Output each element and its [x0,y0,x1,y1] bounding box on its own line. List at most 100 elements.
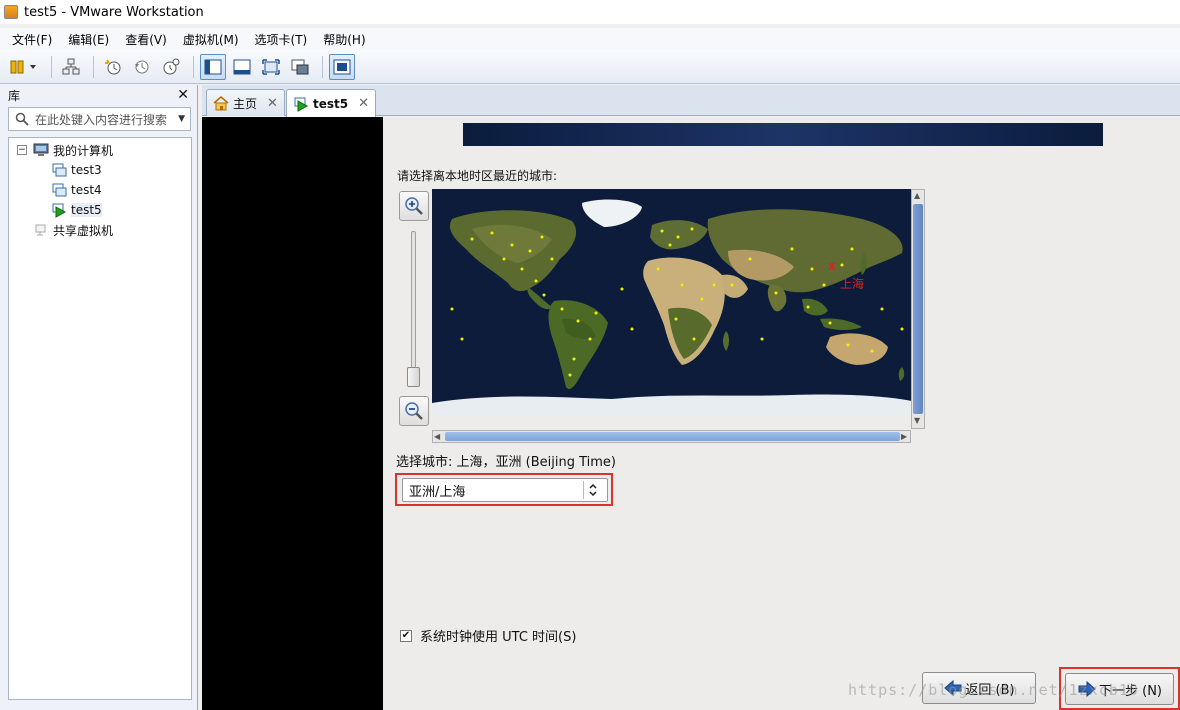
utc-checkbox-label: 系统时钟使用 UTC 时间(S) [420,630,577,645]
vertical-scroll-thumb[interactable] [913,204,923,414]
city-dropdown[interactable]: 亚洲/上海 [402,478,608,502]
menu-view[interactable]: 查看(V) [119,31,173,48]
tree-item-test5[interactable]: test5 [9,200,191,220]
computer-icon [33,143,49,156]
world-map-image [432,189,912,415]
vm-running-icon [52,203,67,218]
revert-snapshot-button[interactable] [129,54,155,80]
zoom-slider-handle[interactable] [407,367,420,387]
scroll-right-icon[interactable]: ▶ [901,432,907,441]
installer-banner [463,123,1103,146]
toolbar-separator [93,55,94,78]
toolbar-separator [51,55,52,78]
map-vertical-scrollbar[interactable]: ▲ ▼ [911,189,925,429]
watermark: https://blog.csdn.net/1zxcb10 [848,681,1139,699]
thumbnail-bar-button[interactable] [329,53,355,80]
snapshot-button[interactable] [100,54,126,80]
timezone-prompt: 请选择离本地时区最近的城市: [397,169,558,183]
library-title: 库 [8,88,21,103]
home-icon [213,96,229,111]
zoom-in-button[interactable] [399,191,429,221]
tab-close-icon[interactable]: ✕ [358,96,369,111]
library-tree: − 我的计算机 test3 test4 test5 共享虚拟机 [8,137,192,700]
tree-item-test3[interactable]: test3 [9,160,191,180]
toolbar-separator [193,55,194,78]
toolbar [0,50,1180,84]
shared-vm-icon [35,224,46,236]
search-dropdown-icon[interactable]: ▼ [178,114,185,124]
fullscreen-icon [262,58,280,75]
utc-checkbox-row[interactable]: ✔ 系统时钟使用 UTC 时间(S) [400,626,576,645]
city-dropdown-value: 亚洲/上海 [409,484,466,500]
console-view-icon [233,59,251,74]
menu-file[interactable]: 文件(F) [6,31,58,48]
tab-close-icon[interactable]: ✕ [267,96,278,111]
tab-home[interactable]: 主页 ✕ [206,89,285,116]
vm-icon [52,163,67,177]
tree-item-test4[interactable]: test4 [9,180,191,200]
snapshot-manager-button[interactable] [158,54,184,80]
map-zoom-controls [397,189,431,429]
send-ctrl-alt-del-button[interactable] [58,54,84,80]
timezone-map-widget: x 上海 ▲ ▼ ◀ ▶ [397,189,927,444]
tree-item-shared-vms[interactable]: 共享虚拟机 [9,220,191,240]
vm-guest-screen[interactable]: 请选择离本地时区最近的城市: x 上海 ▲ ▼ ◀ ▶ 选择城市: 上海，亚洲 … [383,117,1180,710]
console-view-button[interactable] [229,54,255,80]
pause-icon [10,60,36,73]
utc-checkbox[interactable]: ✔ [400,629,412,642]
scroll-left-icon[interactable]: ◀ [434,432,440,441]
show-library-button[interactable] [200,53,226,80]
tab-label: 主页 [233,96,258,111]
tab-test5[interactable]: test5 ✕ [286,89,377,117]
snapshot-icon [105,58,121,74]
collapse-toggle-icon[interactable]: − [17,145,27,155]
snapshot-manager-icon [163,58,180,74]
zoom-in-icon [405,197,423,215]
title-bar: test5 - VMware Workstation [0,0,1180,24]
vm-running-icon [294,97,309,112]
menu-vm[interactable]: 虚拟机(M) [177,31,245,48]
selected-city-label: 选择城市: 上海，亚洲 (Beijing Time) [396,455,616,470]
world-map[interactable]: x 上海 [432,189,912,415]
tree-label: test4 [71,183,102,197]
map-city-marker[interactable]: x [828,260,836,272]
revert-icon [135,60,149,73]
library-panel: 库 ✕ 在此处键入内容进行搜索 ▼ − 我的计算机 test3 test4 te… [0,85,198,710]
map-city-label: 上海 [840,277,865,291]
zoom-slider-track[interactable] [411,231,416,386]
tree-label: 我的计算机 [53,143,114,158]
zoom-out-button[interactable] [399,396,429,426]
menu-bar: 文件(F) 编辑(E) 查看(V) 虚拟机(M) 选项卡(T) 帮助(H) [0,28,1180,50]
tree-label: test5 [71,203,102,217]
dropdown-spinner-icon[interactable] [583,481,601,499]
tab-label: test5 [313,96,349,111]
tree-item-my-computer[interactable]: − 我的计算机 [9,140,191,160]
library-close-icon[interactable]: ✕ [177,87,189,103]
unity-button[interactable] [287,54,313,80]
pause-button[interactable] [6,54,42,80]
scroll-up-icon[interactable]: ▲ [914,191,920,200]
tree-label: test3 [71,163,102,177]
menu-edit[interactable]: 编辑(E) [62,31,115,48]
scroll-down-icon[interactable]: ▼ [914,416,920,425]
network-icon [62,58,80,74]
fullscreen-button[interactable] [258,54,284,80]
window-title: test5 - VMware Workstation [24,4,204,20]
city-dropdown-highlight: 亚洲/上海 [395,473,613,506]
vm-icon [52,183,67,197]
zoom-out-icon [405,402,423,420]
unity-icon [291,59,309,74]
vmware-app-icon [4,5,18,19]
menu-tabs[interactable]: 选项卡(T) [249,31,314,48]
search-placeholder: 在此处键入内容进行搜索 [35,112,168,127]
toolbar-separator [322,55,323,78]
search-icon [15,112,29,126]
menu-help[interactable]: 帮助(H) [317,31,371,48]
tab-bar: 主页 ✕ test5 ✕ [202,85,1180,117]
library-view-icon [204,59,222,74]
horizontal-scroll-thumb[interactable] [445,432,900,441]
map-horizontal-scrollbar[interactable]: ◀ ▶ [432,430,911,443]
library-search-input[interactable]: 在此处键入内容进行搜索 ▼ [8,107,191,131]
thumbnail-icon [333,59,351,74]
tree-label: 共享虚拟机 [53,223,114,238]
